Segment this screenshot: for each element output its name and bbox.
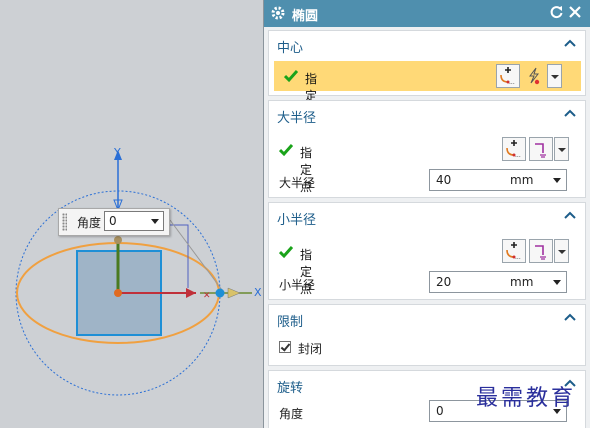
drag-grip-icon[interactable] (62, 213, 67, 231)
minor-radius-unit[interactable]: mm (510, 275, 533, 289)
minor-radius-label: 小半径 (279, 278, 316, 292)
rotation-angle-label: 角度 (279, 407, 304, 421)
svg-text:...: ... (515, 254, 521, 261)
minor-radius-value[interactable]: 20 (436, 275, 451, 289)
svg-text:✕: ✕ (203, 291, 211, 301)
center-section: 中心 指定点 ... (268, 30, 586, 120)
rotation-section-title[interactable]: 旋转 (277, 377, 303, 396)
point-type-dropdown[interactable] (554, 137, 569, 161)
point-type-dropdown[interactable] (547, 64, 562, 88)
angle-combo[interactable]: 0 (104, 211, 164, 231)
major-radius-label: 大半径 (279, 176, 316, 190)
chevron-down-icon[interactable] (553, 178, 561, 183)
ellipse-dialog: 椭圆 中心 指定点 ... 大半径 (263, 0, 590, 428)
check-icon (279, 246, 293, 259)
major-radius-value[interactable]: 40 (436, 173, 451, 187)
y-axis-label: Y (114, 146, 121, 159)
point-type-dropdown[interactable] (554, 239, 569, 263)
inferred-point-button[interactable] (522, 64, 546, 88)
closed-label: 封闭 (298, 342, 323, 356)
major-radius-field[interactable]: 40 mm (429, 169, 567, 191)
point-dialog-button[interactable]: ... (496, 64, 520, 88)
chevron-down-icon[interactable] (151, 219, 159, 224)
watermark-text: 最需教育 (475, 386, 576, 411)
close-icon[interactable] (568, 5, 582, 19)
svg-text:...: ... (515, 152, 521, 159)
chevron-down-icon[interactable] (553, 280, 561, 285)
reset-icon[interactable] (549, 5, 564, 20)
limits-section-title[interactable]: 限制 (277, 311, 303, 330)
minor-radius-section: 小半径 指定点 ... 小半径 20 mm (268, 202, 586, 300)
chevron-up-icon[interactable] (564, 108, 576, 118)
center-section-title[interactable]: 中心 (277, 37, 303, 56)
point-dialog-button[interactable]: ... (502, 137, 526, 161)
dialog-title: 椭圆 (292, 9, 319, 24)
inferred-point-button[interactable] (529, 239, 553, 263)
graphics-viewport[interactable]: ✕ Y X 角度 0 (0, 0, 262, 428)
minor-radius-section-title[interactable]: 小半径 (277, 209, 316, 228)
svg-text:...: ... (509, 79, 515, 86)
x-axis-label: X (254, 286, 262, 299)
major-radius-unit[interactable]: mm (510, 173, 533, 187)
closed-checkbox[interactable] (279, 341, 291, 353)
major-radius-section: 大半径 指定点 ... 大半径 40 mm (268, 100, 586, 198)
gear-icon[interactable] (270, 5, 286, 21)
center-point-row[interactable]: 指定点 ... (274, 61, 581, 120)
inferred-point-button[interactable] (529, 137, 553, 161)
point-dialog-button[interactable]: ... (502, 239, 526, 263)
dialog-title-bar[interactable]: 椭圆 (264, 0, 590, 27)
limits-section: 限制 封闭 (268, 304, 586, 366)
angle-input-popup[interactable]: 角度 0 (58, 208, 170, 236)
chevron-up-icon[interactable] (564, 210, 576, 220)
check-icon (279, 144, 293, 157)
rotation-angle-value[interactable]: 0 (436, 404, 444, 418)
check-icon (284, 70, 298, 83)
angle-label: 角度 (77, 216, 102, 230)
angle-value: 0 (109, 214, 117, 228)
minor-radius-field[interactable]: 20 mm (429, 271, 567, 293)
major-radius-section-title[interactable]: 大半径 (277, 107, 316, 126)
chevron-up-icon[interactable] (564, 38, 576, 48)
chevron-up-icon[interactable] (564, 312, 576, 322)
